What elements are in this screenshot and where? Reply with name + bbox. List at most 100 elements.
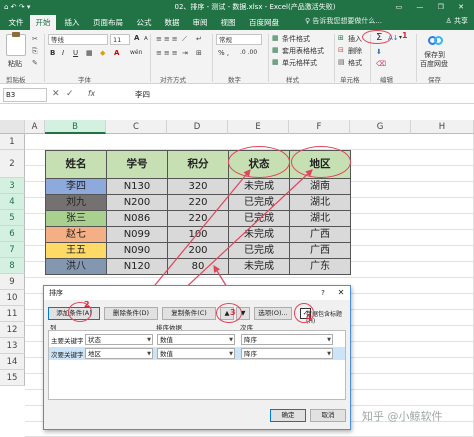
cell-name[interactable]: 王五 <box>45 242 107 259</box>
window-controls[interactable]: ▭ — ❐ ✕ <box>396 0 470 14</box>
conditional-format-button[interactable]: 条件格式 <box>282 34 310 44</box>
cell-status[interactable]: 未完成 <box>228 226 290 243</box>
tab-home[interactable]: 开始 <box>30 15 56 30</box>
fx-icon[interactable]: fx <box>88 89 95 98</box>
indent-icon[interactable]: ⇥ <box>182 49 188 57</box>
row-header[interactable]: 4 <box>0 194 25 210</box>
number-format-select[interactable]: 常规 <box>216 34 262 45</box>
tab-file[interactable]: 文件 <box>4 15 28 30</box>
cell-status[interactable]: 已完成 <box>228 194 290 211</box>
column-header-c[interactable]: C <box>106 120 167 134</box>
row-header[interactable]: 11 <box>0 306 25 322</box>
table-format-button[interactable]: 套用表格格式 <box>282 46 324 56</box>
cell-id[interactable]: N086 <box>106 210 168 227</box>
dialog-close-button[interactable]: ✕ <box>334 286 348 300</box>
paste-label[interactable]: 粘贴 <box>8 59 22 69</box>
column-header-h[interactable]: H <box>411 120 474 134</box>
font-shrink-button[interactable]: A <box>144 36 148 42</box>
secondary-key-select[interactable]: 地区 ▼ <box>85 348 153 359</box>
ok-button[interactable]: 确定 <box>270 409 306 422</box>
cell-score[interactable]: 220 <box>167 194 229 211</box>
select-all-corner[interactable] <box>0 120 25 134</box>
row-header[interactable]: 6 <box>0 226 25 242</box>
font-name-select[interactable]: 等线 <box>48 34 108 45</box>
cell-region[interactable]: 湖北 <box>289 210 351 227</box>
cell-region[interactable]: 广西 <box>289 226 351 243</box>
clear-icon[interactable]: ⌫ <box>376 60 386 68</box>
table-header-name[interactable]: 姓名 <box>45 150 107 179</box>
primary-order-select[interactable]: 降序 ▼ <box>241 334 333 345</box>
cell-score[interactable]: 200 <box>167 242 229 259</box>
cancel-button[interactable]: 取消 <box>310 409 346 422</box>
column-header-a[interactable]: A <box>25 120 45 134</box>
cut-icon[interactable]: ✂ <box>32 35 38 43</box>
tab-formulas[interactable]: 公式 <box>132 15 156 30</box>
cell-id[interactable]: N090 <box>106 242 168 259</box>
row-header[interactable]: 3 <box>0 178 25 194</box>
secondary-order-select[interactable]: 降序 ▼ <box>241 348 333 359</box>
cell-region[interactable]: 湖北 <box>289 194 351 211</box>
row-header[interactable]: 8 <box>0 258 25 274</box>
cell-status[interactable]: 已完成 <box>228 210 290 227</box>
table-header-score[interactable]: 积分 <box>167 150 229 179</box>
tab-view[interactable]: 视图 <box>216 15 240 30</box>
row-header[interactable]: 10 <box>0 290 25 306</box>
primary-sort-on-select[interactable]: 数值 ▼ <box>157 334 235 345</box>
cell-name[interactable]: 刘九 <box>45 194 107 211</box>
cell-region[interactable]: 湖南 <box>289 178 351 195</box>
insert-button[interactable]: 插入 <box>348 34 362 44</box>
column-header-f[interactable]: F <box>289 120 350 134</box>
percent-comma-buttons[interactable]: % , <box>218 49 229 57</box>
dialog-help-button[interactable]: ? <box>316 286 330 300</box>
options-button[interactable]: 选项(O)... <box>254 307 292 320</box>
quick-access-toolbar[interactable]: ⌂ ↶ ↷ ▾ <box>4 0 30 14</box>
cell-status[interactable]: 未完成 <box>228 258 290 275</box>
underline-button[interactable]: U <box>73 49 78 57</box>
cell-region[interactable]: 广西 <box>289 242 351 259</box>
paste-icon[interactable] <box>6 32 26 56</box>
vertical-align-icons[interactable]: ≡≡≡ <box>156 35 180 43</box>
cell-name[interactable]: 赵七 <box>45 226 107 243</box>
sort-level-row[interactable]: 次要关键字 地区 ▼ 数值 ▼ 降序 ▼ <box>49 347 345 360</box>
column-header-b[interactable]: B <box>45 120 106 134</box>
row-header[interactable]: 5 <box>0 210 25 226</box>
font-grow-button[interactable]: A <box>134 34 139 42</box>
tell-me-search[interactable]: ♀ 告诉我您想要做什么... <box>305 16 382 26</box>
column-header-g[interactable]: G <box>350 120 411 134</box>
table-header-id[interactable]: 学号 <box>106 150 168 179</box>
row-header[interactable]: 9 <box>0 274 25 290</box>
decimal-icons[interactable]: .0 .00 <box>240 49 257 56</box>
row-header[interactable]: 1 <box>0 134 25 150</box>
row-header[interactable]: 12 <box>0 322 25 338</box>
copy-icon[interactable]: ⎘ <box>32 47 38 56</box>
cell-score[interactable]: 80 <box>167 258 229 275</box>
cell-region[interactable]: 广东 <box>289 258 351 275</box>
tab-data[interactable]: 数据 <box>160 15 184 30</box>
cell-name[interactable]: 李四 <box>45 178 107 195</box>
italic-button[interactable]: I <box>62 49 64 57</box>
copy-level-button[interactable]: 复制条件(C) <box>162 307 216 320</box>
cell-id[interactable]: N130 <box>106 178 168 195</box>
cell-name[interactable]: 洪八 <box>45 258 107 275</box>
primary-key-select[interactable]: 状态 ▼ <box>85 334 153 345</box>
tab-insert[interactable]: 插入 <box>60 15 84 30</box>
cell-styles-button[interactable]: 单元格样式 <box>282 58 317 68</box>
column-header-e[interactable]: E <box>228 120 289 134</box>
formula-cancel-icon[interactable]: ✕ <box>52 89 60 99</box>
cell-score[interactable]: 220 <box>167 210 229 227</box>
phonetic-button[interactable]: wén <box>130 49 142 56</box>
cell-score[interactable]: 100 <box>167 226 229 243</box>
share-button[interactable]: ♙ 共享 <box>445 16 468 26</box>
row-header[interactable]: 14 <box>0 354 25 370</box>
tab-review[interactable]: 审阅 <box>188 15 212 30</box>
border-icon[interactable]: ▦ <box>86 49 93 57</box>
cell-name[interactable]: 张三 <box>45 210 107 227</box>
cell-score[interactable]: 320 <box>167 178 229 195</box>
format-button[interactable]: 格式 <box>348 58 362 68</box>
secondary-sort-on-select[interactable]: 数值 ▼ <box>157 348 235 359</box>
cell-id[interactable]: N099 <box>106 226 168 243</box>
cell-id[interactable]: N120 <box>106 258 168 275</box>
merge-cells-icon[interactable]: ⊞ <box>196 49 202 57</box>
tab-page-layout[interactable]: 页面布局 <box>88 15 128 30</box>
wrap-text-icon[interactable]: ↵ <box>196 35 202 43</box>
